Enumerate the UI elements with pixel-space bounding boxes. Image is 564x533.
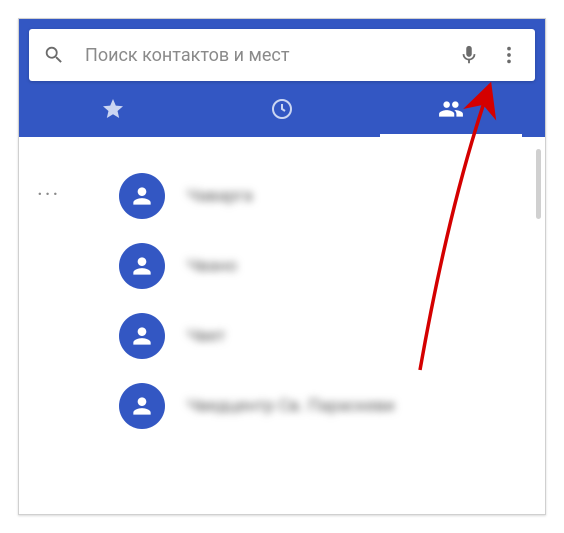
tab-contacts[interactable] — [366, 81, 535, 137]
contact-name: Чведцентр Св. Параскеви — [187, 396, 395, 416]
tab-favorites[interactable] — [29, 81, 198, 137]
tabs — [29, 81, 535, 137]
contact-name: Чвет — [187, 326, 225, 346]
header: Поиск контактов и мест — [19, 19, 545, 137]
search-bar[interactable]: Поиск контактов и мест — [29, 29, 535, 81]
more-vert-icon[interactable] — [489, 35, 529, 75]
contact-name: Чвано — [187, 256, 237, 276]
avatar — [119, 313, 165, 359]
app-frame: Поиск контактов и мест — [18, 18, 546, 515]
list-item[interactable]: Чведцентр Св. Параскеви — [19, 371, 545, 441]
section-overflow-icon[interactable]: ··· — [37, 183, 60, 208]
contacts-list: ··· Чаварга Чвано Чвет Чведцентр Св. Пар… — [19, 137, 545, 504]
avatar — [119, 383, 165, 429]
clock-icon — [270, 97, 294, 121]
list-item[interactable]: Чвет — [19, 301, 545, 371]
people-icon — [438, 96, 464, 122]
contact-name: Чаварга — [187, 186, 253, 206]
search-icon — [43, 44, 65, 66]
list-item[interactable]: Чвано — [19, 231, 545, 301]
avatar — [119, 173, 165, 219]
mic-icon[interactable] — [449, 35, 489, 75]
avatar — [119, 243, 165, 289]
scrollbar-thumb[interactable] — [536, 149, 541, 219]
search-placeholder: Поиск контактов и мест — [65, 45, 449, 66]
list-item[interactable]: Чаварга — [19, 161, 545, 231]
tab-recent[interactable] — [198, 81, 367, 137]
star-icon — [101, 97, 125, 121]
